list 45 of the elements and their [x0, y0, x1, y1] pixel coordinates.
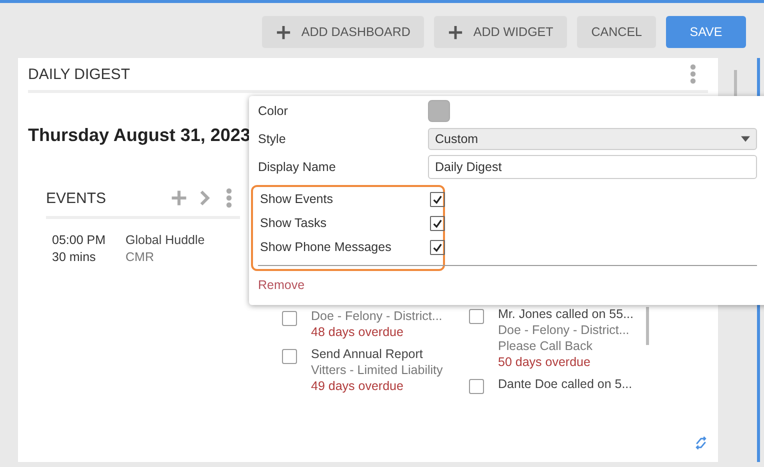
- message-note: Please Call Back: [498, 339, 594, 353]
- event-duration: 30 mins: [52, 250, 97, 264]
- caret-icon: [741, 136, 750, 142]
- task-checkbox[interactable]: [282, 349, 297, 364]
- message-due: 50 days overdue: [498, 355, 592, 369]
- task-due: 49 days overdue: [311, 379, 404, 393]
- scrollbar-thumb[interactable]: [646, 307, 649, 345]
- toolbar-button[interactable]: ADD WIDGET: [434, 16, 568, 48]
- plus-icon: [276, 24, 292, 40]
- task-title[interactable]: Send Annual Report: [311, 347, 443, 361]
- checkbox-label: Show Phone Messages: [260, 240, 392, 254]
- field-label: Color: [258, 104, 289, 118]
- color-swatch[interactable]: [428, 100, 450, 122]
- task-checkbox[interactable]: [282, 311, 297, 326]
- message-matter: Doe - Felony - District...: [498, 323, 630, 337]
- section-title: EVENTS: [46, 190, 108, 206]
- checkbox[interactable]: [430, 192, 445, 206]
- event-time: 05:00 PM: [52, 233, 106, 247]
- kebab-menu-icon[interactable]: [690, 64, 696, 84]
- plus-icon: [448, 24, 464, 40]
- task-due: 48 days overdue: [311, 325, 404, 339]
- message-checkbox[interactable]: [469, 379, 484, 394]
- task-matter: Vitters - Limited Liability: [311, 363, 443, 377]
- plus-icon[interactable]: [170, 189, 188, 207]
- checkbox[interactable]: [430, 240, 445, 254]
- message-title[interactable]: Dante Doe called on 5...: [498, 377, 632, 391]
- date-heading: Thursday August 31, 2023: [28, 125, 250, 146]
- checkbox-label: Show Tasks: [260, 216, 328, 230]
- kebab-menu-icon[interactable]: [226, 188, 232, 208]
- field-label: Style: [258, 132, 287, 146]
- remove-link[interactable]: Remove: [258, 278, 305, 292]
- task-matter: Doe - Felony - District...: [311, 309, 442, 323]
- refresh-icon[interactable]: [694, 436, 708, 450]
- toolbar-button[interactable]: ADD DASHBOARD: [262, 16, 424, 48]
- display-name-field[interactable]: Daily Digest: [428, 155, 757, 179]
- message-title[interactable]: Mr. Jones called on 55...: [498, 307, 634, 321]
- message-checkbox[interactable]: [469, 309, 484, 324]
- style-dropdown[interactable]: Custom: [428, 128, 757, 150]
- event-location: CMR: [126, 250, 155, 264]
- widget-title: DAILY DIGEST: [28, 66, 130, 82]
- checkbox-label: Show Events: [260, 192, 334, 206]
- checkbox[interactable]: [430, 216, 445, 230]
- field-label: Display Name: [258, 160, 337, 174]
- event-name[interactable]: Global Huddle: [126, 233, 205, 247]
- toolbar-button[interactable]: CANCEL: [577, 16, 656, 48]
